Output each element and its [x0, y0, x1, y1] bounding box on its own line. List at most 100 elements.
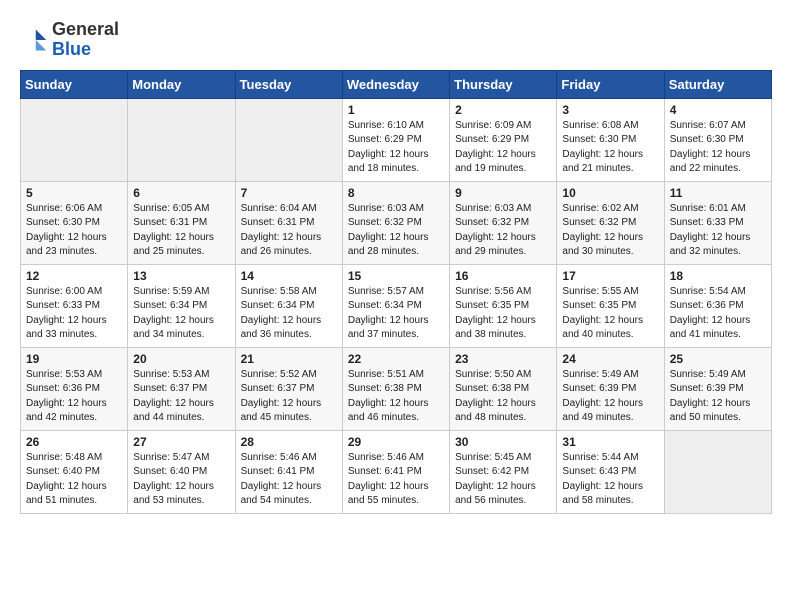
- weekday-header-wednesday: Wednesday: [342, 70, 449, 98]
- day-number: 26: [26, 435, 122, 449]
- calendar-cell: 5 Sunrise: 6:06 AM Sunset: 6:30 PM Daylig…: [21, 181, 128, 264]
- day-number: 17: [562, 269, 658, 283]
- day-details: Sunrise: 5:44 AM Sunset: 6:43 PM Dayligh…: [562, 451, 658, 509]
- calendar-cell: 2 Sunrise: 6:09 AM Sunset: 6:29 PM Daylig…: [450, 98, 557, 181]
- day-number: 8: [348, 186, 444, 200]
- day-number: 24: [562, 352, 658, 366]
- weekday-header-tuesday: Tuesday: [235, 70, 342, 98]
- calendar-week-1: 1 Sunrise: 6:10 AM Sunset: 6:29 PM Daylig…: [21, 98, 772, 181]
- calendar-cell: 19Sunrise: 5:53 AM Sunset: 6:36 PM Dayli…: [21, 347, 128, 430]
- day-details: Sunrise: 5:56 AM Sunset: 6:35 PM Dayligh…: [455, 285, 551, 343]
- day-details: Sunrise: 6:09 AM Sunset: 6:29 PM Dayligh…: [455, 119, 551, 177]
- day-details: Sunrise: 6:00 AM Sunset: 6:33 PM Dayligh…: [26, 285, 122, 343]
- day-details: Sunrise: 6:02 AM Sunset: 6:32 PM Dayligh…: [562, 202, 658, 260]
- weekday-header-saturday: Saturday: [664, 70, 771, 98]
- calendar-cell: [235, 98, 342, 181]
- day-details: Sunrise: 5:55 AM Sunset: 6:35 PM Dayligh…: [562, 285, 658, 343]
- calendar-cell: 3 Sunrise: 6:08 AM Sunset: 6:30 PM Daylig…: [557, 98, 664, 181]
- calendar-cell: 9 Sunrise: 6:03 AM Sunset: 6:32 PM Daylig…: [450, 181, 557, 264]
- calendar-cell: 1 Sunrise: 6:10 AM Sunset: 6:29 PM Daylig…: [342, 98, 449, 181]
- day-details: Sunrise: 6:04 AM Sunset: 6:31 PM Dayligh…: [241, 202, 337, 260]
- day-number: 11: [670, 186, 766, 200]
- day-details: Sunrise: 6:06 AM Sunset: 6:30 PM Dayligh…: [26, 202, 122, 260]
- day-number: 23: [455, 352, 551, 366]
- calendar-cell: 17 Sunrise: 5:55 AM Sunset: 6:35 PM Dayli…: [557, 264, 664, 347]
- day-details: Sunrise: 5:49 AM Sunset: 6:39 PM Dayligh…: [670, 368, 766, 426]
- day-number: 7: [241, 186, 337, 200]
- day-details: Sunrise: 6:03 AM Sunset: 6:32 PM Dayligh…: [455, 202, 551, 260]
- day-number: 29: [348, 435, 444, 449]
- day-details: Sunrise: 5:46 AM Sunset: 6:41 PM Dayligh…: [348, 451, 444, 509]
- day-number: 2: [455, 103, 551, 117]
- logo-icon: [20, 26, 48, 54]
- calendar-cell: 20 Sunrise: 5:53 AM Sunset: 6:37 PM Dayli…: [128, 347, 235, 430]
- day-details: Sunrise: 5:48 AM Sunset: 6:40 PM Dayligh…: [26, 451, 122, 509]
- calendar-cell: 23 Sunrise: 5:50 AM Sunset: 6:38 PM Dayli…: [450, 347, 557, 430]
- day-number: 27: [133, 435, 229, 449]
- header: General Blue: [20, 20, 772, 60]
- day-number: 10: [562, 186, 658, 200]
- day-number: 9: [455, 186, 551, 200]
- day-number: 16: [455, 269, 551, 283]
- day-number: 12: [26, 269, 122, 283]
- calendar-week-4: 19Sunrise: 5:53 AM Sunset: 6:36 PM Dayli…: [21, 347, 772, 430]
- calendar-cell: 4 Sunrise: 6:07 AM Sunset: 6:30 PM Daylig…: [664, 98, 771, 181]
- day-details: Sunrise: 6:08 AM Sunset: 6:30 PM Dayligh…: [562, 119, 658, 177]
- calendar-cell: 15 Sunrise: 5:57 AM Sunset: 6:34 PM Dayli…: [342, 264, 449, 347]
- day-number: 20: [133, 352, 229, 366]
- logo-general: General: [52, 19, 119, 39]
- day-details: Sunrise: 6:07 AM Sunset: 6:30 PM Dayligh…: [670, 119, 766, 177]
- calendar-cell: 6Sunrise: 6:05 AM Sunset: 6:31 PM Daylig…: [128, 181, 235, 264]
- calendar-week-3: 12 Sunrise: 6:00 AM Sunset: 6:33 PM Dayli…: [21, 264, 772, 347]
- calendar-cell: 21 Sunrise: 5:52 AM Sunset: 6:37 PM Dayli…: [235, 347, 342, 430]
- day-number: 31: [562, 435, 658, 449]
- calendar-cell: 31 Sunrise: 5:44 AM Sunset: 6:43 PM Dayli…: [557, 430, 664, 513]
- day-details: Sunrise: 5:53 AM Sunset: 6:37 PM Dayligh…: [133, 368, 229, 426]
- logo: General Blue: [20, 20, 119, 60]
- logo-text: General Blue: [52, 20, 119, 60]
- day-number: 15: [348, 269, 444, 283]
- day-details: Sunrise: 5:47 AM Sunset: 6:40 PM Dayligh…: [133, 451, 229, 509]
- day-number: 13: [133, 269, 229, 283]
- day-number: 14: [241, 269, 337, 283]
- calendar-cell: 26 Sunrise: 5:48 AM Sunset: 6:40 PM Dayli…: [21, 430, 128, 513]
- weekday-header-friday: Friday: [557, 70, 664, 98]
- calendar-cell: 14Sunrise: 5:58 AM Sunset: 6:34 PM Dayli…: [235, 264, 342, 347]
- day-number: 6: [133, 186, 229, 200]
- calendar-cell: [128, 98, 235, 181]
- page: General Blue SundayMondayTuesdayWednesda…: [0, 0, 792, 534]
- day-number: 30: [455, 435, 551, 449]
- weekday-header-row: SundayMondayTuesdayWednesdayThursdayFrid…: [21, 70, 772, 98]
- weekday-header-monday: Monday: [128, 70, 235, 98]
- calendar-cell: 22Sunrise: 5:51 AM Sunset: 6:38 PM Dayli…: [342, 347, 449, 430]
- day-details: Sunrise: 5:59 AM Sunset: 6:34 PM Dayligh…: [133, 285, 229, 343]
- calendar-cell: 24 Sunrise: 5:49 AM Sunset: 6:39 PM Dayli…: [557, 347, 664, 430]
- calendar-cell: 27 Sunrise: 5:47 AM Sunset: 6:40 PM Dayli…: [128, 430, 235, 513]
- day-number: 4: [670, 103, 766, 117]
- calendar-cell: 30 Sunrise: 5:45 AM Sunset: 6:42 PM Dayli…: [450, 430, 557, 513]
- day-number: 3: [562, 103, 658, 117]
- day-number: 25: [670, 352, 766, 366]
- day-details: Sunrise: 5:50 AM Sunset: 6:38 PM Dayligh…: [455, 368, 551, 426]
- calendar-cell: 10 Sunrise: 6:02 AM Sunset: 6:32 PM Dayli…: [557, 181, 664, 264]
- calendar-cell: 18Sunrise: 5:54 AM Sunset: 6:36 PM Dayli…: [664, 264, 771, 347]
- calendar-cell: 13 Sunrise: 5:59 AM Sunset: 6:34 PM Dayli…: [128, 264, 235, 347]
- calendar-cell: [21, 98, 128, 181]
- day-details: Sunrise: 5:49 AM Sunset: 6:39 PM Dayligh…: [562, 368, 658, 426]
- day-number: 5: [26, 186, 122, 200]
- day-details: Sunrise: 5:57 AM Sunset: 6:34 PM Dayligh…: [348, 285, 444, 343]
- weekday-header-sunday: Sunday: [21, 70, 128, 98]
- day-details: Sunrise: 5:45 AM Sunset: 6:42 PM Dayligh…: [455, 451, 551, 509]
- day-details: Sunrise: 6:03 AM Sunset: 6:32 PM Dayligh…: [348, 202, 444, 260]
- day-details: Sunrise: 6:01 AM Sunset: 6:33 PM Dayligh…: [670, 202, 766, 260]
- weekday-header-thursday: Thursday: [450, 70, 557, 98]
- logo-blue: Blue: [52, 39, 91, 59]
- day-details: Sunrise: 5:52 AM Sunset: 6:37 PM Dayligh…: [241, 368, 337, 426]
- day-number: 1: [348, 103, 444, 117]
- day-details: Sunrise: 5:51 AM Sunset: 6:38 PM Dayligh…: [348, 368, 444, 426]
- calendar-cell: 16 Sunrise: 5:56 AM Sunset: 6:35 PM Dayli…: [450, 264, 557, 347]
- day-details: Sunrise: 6:10 AM Sunset: 6:29 PM Dayligh…: [348, 119, 444, 177]
- calendar-cell: 11 Sunrise: 6:01 AM Sunset: 6:33 PM Dayli…: [664, 181, 771, 264]
- day-number: 21: [241, 352, 337, 366]
- day-details: Sunrise: 5:54 AM Sunset: 6:36 PM Dayligh…: [670, 285, 766, 343]
